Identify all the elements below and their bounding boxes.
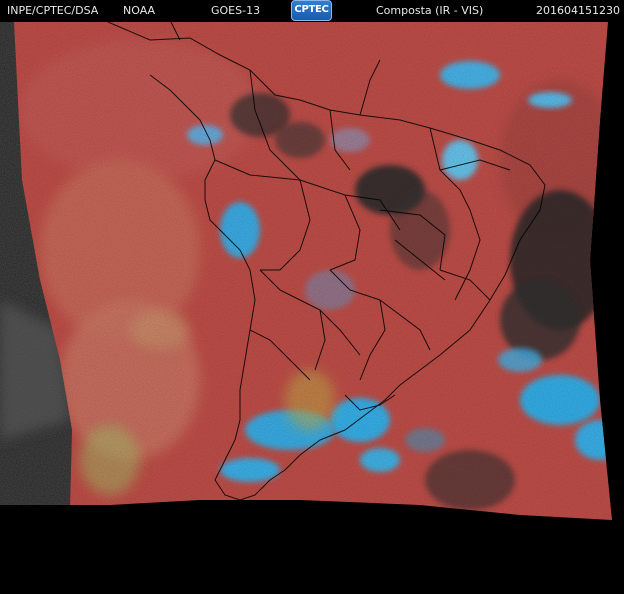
earth-disk <box>14 22 612 520</box>
timestamp-label: 201604151230 <box>536 4 620 17</box>
satellite-label: GOES-13 <box>211 4 261 17</box>
cptec-logo: CPTEC <box>291 0 332 21</box>
product-label: Composta (IR - VIS) <box>376 4 484 17</box>
source-label: NOAA <box>123 4 156 17</box>
logo-text: CPTEC <box>294 4 329 15</box>
image-header: INPE/CPTEC/DSA NOAA GOES-13 CPTEC Compos… <box>0 0 624 22</box>
satellite-composite-image <box>0 0 624 594</box>
agency-label: INPE/CPTEC/DSA <box>7 4 99 17</box>
